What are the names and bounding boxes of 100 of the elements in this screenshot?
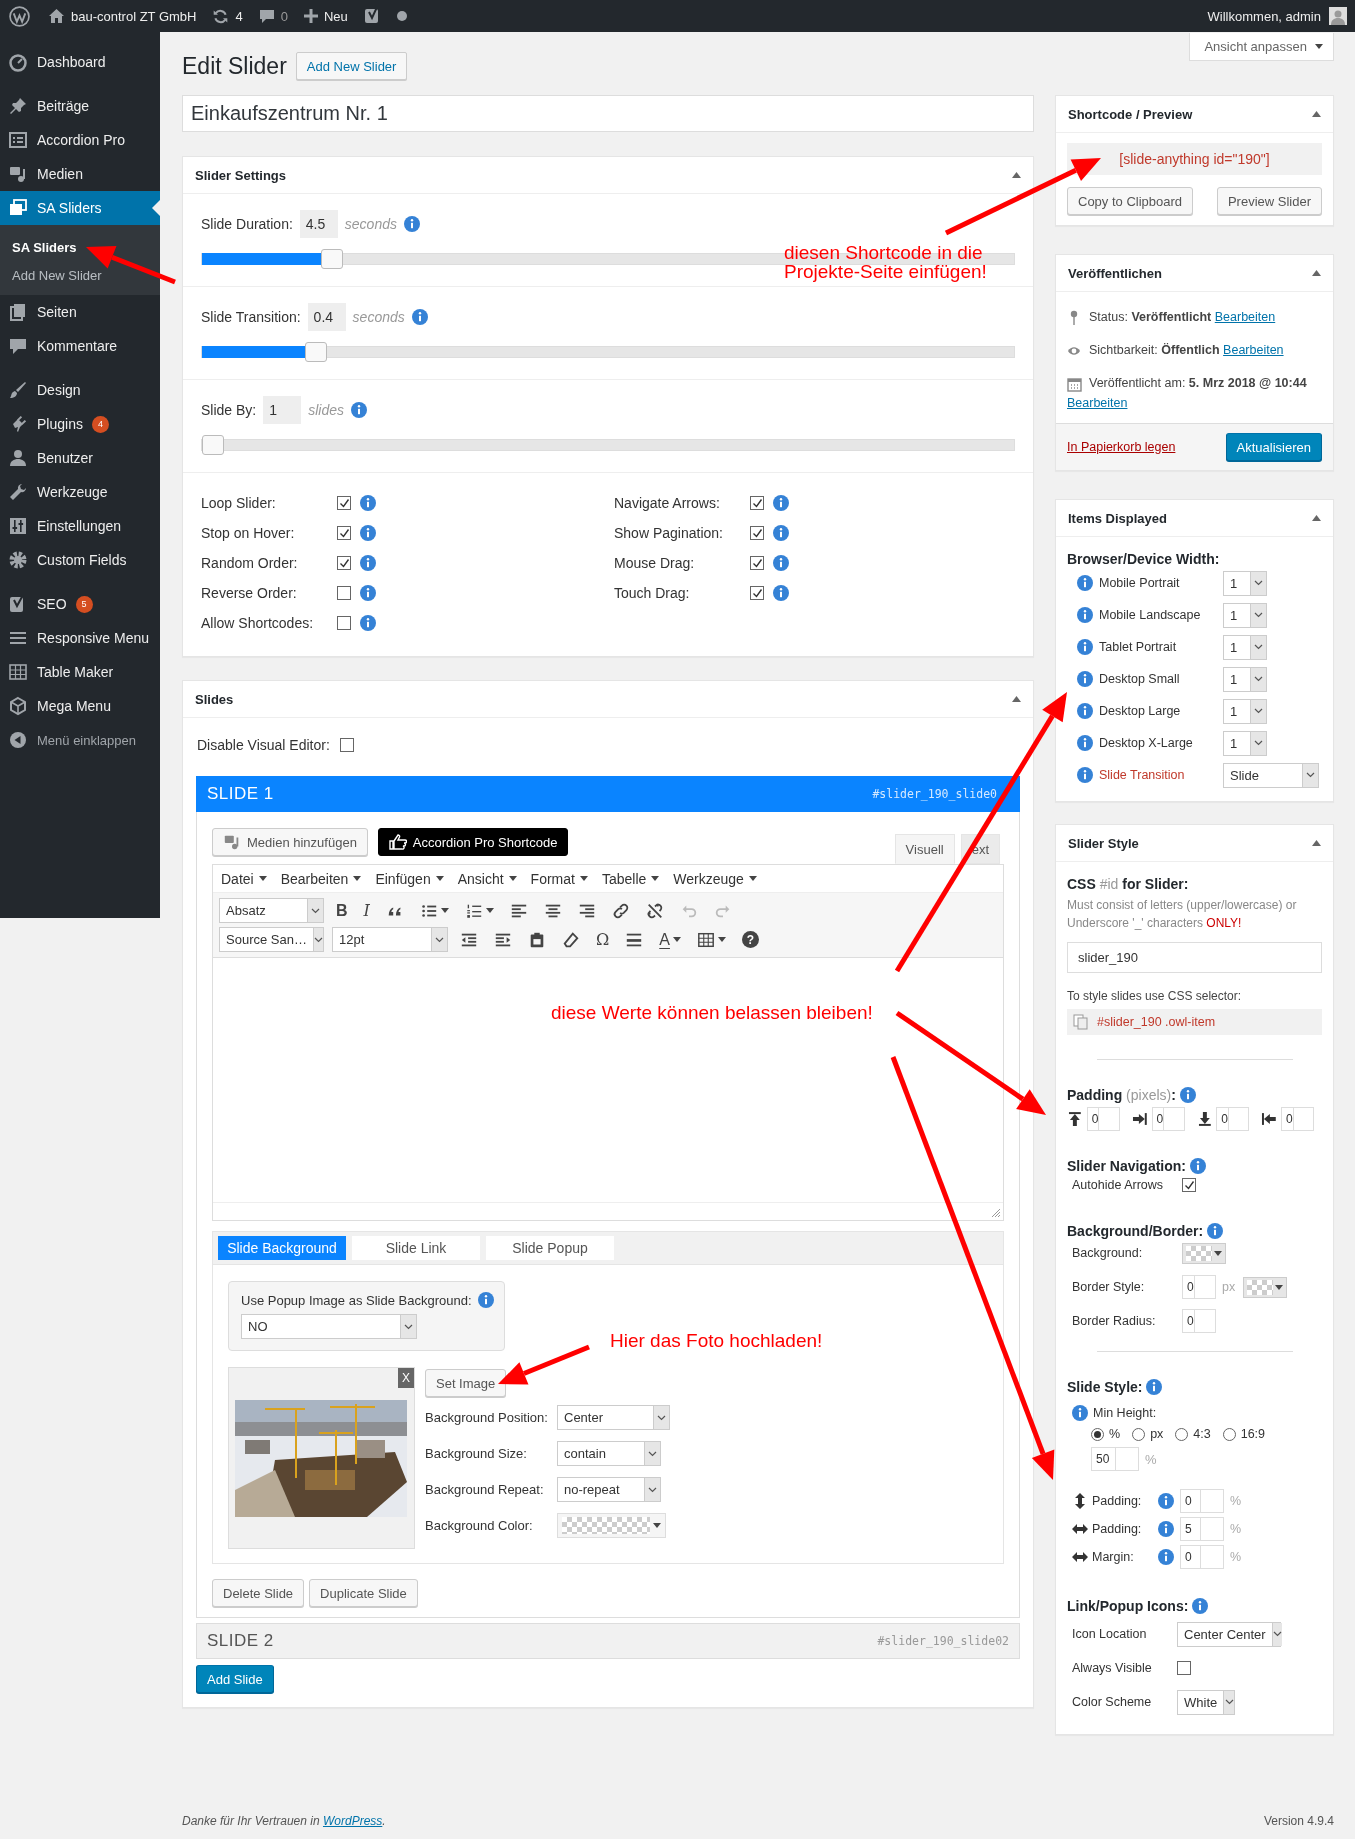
number-field[interactable]: 0	[1281, 1107, 1314, 1131]
slider-thumb[interactable]	[202, 435, 224, 455]
submenu-item[interactable]: SA Sliders	[0, 233, 160, 261]
dropdown[interactable]: Source San…	[219, 927, 324, 952]
info-icon[interactable]	[1077, 639, 1093, 655]
menu-item[interactable]: Design	[0, 373, 160, 407]
info-icon[interactable]	[1072, 1405, 1088, 1421]
set-image-button[interactable]: Set Image	[425, 1369, 507, 1397]
info-icon[interactable]	[477, 1292, 494, 1308]
slide-action-button[interactable]: Duplicate Slide	[309, 1579, 418, 1607]
info-icon[interactable]	[1158, 1549, 1174, 1565]
slider-thumb[interactable]	[320, 249, 343, 269]
caret-icon[interactable]	[435, 876, 444, 881]
number-field[interactable]: 0	[1182, 1275, 1216, 1299]
info-icon[interactable]	[404, 216, 420, 232]
dropdown[interactable]: Slide	[1223, 762, 1319, 788]
caret-icon[interactable]	[258, 876, 267, 881]
caret-icon[interactable]	[1254, 708, 1263, 714]
dropdown[interactable]: 1	[1223, 666, 1267, 692]
menu-item[interactable]: Mega Menu	[0, 689, 160, 723]
checkbox[interactable]	[337, 526, 351, 540]
dropdown[interactable]: 1	[1223, 730, 1267, 756]
number-field[interactable]: 0	[1151, 1107, 1185, 1131]
menu-item[interactable]: SA Sliders	[0, 191, 160, 225]
menu-item[interactable]: Werkzeuge	[673, 870, 757, 887]
plus-icon[interactable]	[303, 9, 318, 23]
info-icon[interactable]	[360, 555, 376, 571]
dropdown[interactable]: contain	[557, 1441, 661, 1466]
caret-icon[interactable]	[311, 907, 320, 914]
dropdown[interactable]: Absatz	[219, 898, 324, 923]
info-icon[interactable]	[1207, 1223, 1224, 1239]
info-icon[interactable]	[1146, 1379, 1163, 1395]
caret-icon[interactable]	[717, 937, 726, 942]
caret-icon[interactable]	[648, 1450, 657, 1457]
toolbar-button[interactable]: A	[655, 927, 685, 952]
checkbox[interactable]	[337, 556, 351, 570]
toolbar-button[interactable]: I	[359, 898, 374, 923]
info-icon[interactable]	[1192, 1598, 1209, 1614]
add-media-button[interactable]: Medien hinzufügen	[212, 828, 368, 856]
home-icon[interactable]	[48, 8, 65, 24]
collapse-toggle-icon[interactable]	[1012, 172, 1021, 178]
tab[interactable]: Slide Link	[352, 1236, 480, 1260]
caret-icon[interactable]	[1306, 772, 1315, 778]
edit-link[interactable]: Bearbeiten	[1223, 343, 1284, 357]
panel-button[interactable]: Copy to Clipboard	[1067, 187, 1194, 215]
info-icon[interactable]	[773, 495, 789, 511]
caret-icon[interactable]	[435, 936, 444, 943]
caret-icon[interactable]	[653, 1523, 661, 1528]
menu-item[interactable]: Format	[530, 870, 588, 887]
screen-options-button[interactable]: Ansicht anpassen	[1189, 33, 1334, 61]
menu-item[interactable]: Benutzer	[0, 441, 160, 475]
caret-icon[interactable]	[1254, 612, 1263, 618]
submenu-item[interactable]: Add New Slider	[0, 261, 160, 289]
menu-item[interactable]: Einstellungen	[0, 509, 160, 543]
info-icon[interactable]	[773, 555, 789, 571]
checkbox[interactable]	[750, 586, 764, 600]
caret-icon[interactable]	[1254, 644, 1263, 650]
menu-item[interactable]: Medien	[0, 157, 160, 191]
number-field[interactable]: 0	[1216, 1107, 1250, 1131]
menu-item[interactable]: Ansicht	[457, 870, 517, 887]
refresh-icon[interactable]	[212, 7, 230, 25]
tab[interactable]: Slide Background	[218, 1236, 346, 1260]
toolbar-button[interactable]: Ω	[592, 927, 614, 952]
collapse-toggle-icon[interactable]	[1312, 111, 1321, 117]
dropdown[interactable]: 1	[1223, 602, 1267, 628]
info-icon[interactable]	[1077, 671, 1093, 687]
value-field[interactable]: 4.5	[299, 210, 338, 238]
tab[interactable]: Slide Popup	[486, 1236, 614, 1260]
comment-count[interactable]: 0	[280, 8, 288, 24]
slide-header[interactable]: SLIDE 1 #slider_190_slide0	[196, 776, 1020, 812]
menu-item[interactable]: Beiträge	[0, 89, 160, 123]
value-field[interactable]: 1	[263, 396, 302, 424]
menu-item[interactable]: Einfügen	[375, 870, 444, 887]
info-icon[interactable]	[1077, 767, 1093, 783]
info-icon[interactable]	[1077, 703, 1093, 719]
caret-icon[interactable]	[313, 936, 323, 943]
menu-item[interactable]: Seiten	[0, 295, 160, 329]
info-icon[interactable]	[411, 309, 428, 325]
info-icon[interactable]	[360, 615, 376, 631]
dropdown[interactable]: NO	[241, 1314, 417, 1339]
caret-icon[interactable]	[672, 937, 681, 942]
info-icon[interactable]	[1077, 607, 1093, 623]
checkbox[interactable]	[750, 526, 764, 540]
color-picker[interactable]	[1182, 1242, 1226, 1264]
menu-item[interactable]: Responsive Menu	[0, 621, 160, 655]
info-icon[interactable]	[1077, 575, 1093, 591]
number-field[interactable]: 50	[1091, 1447, 1139, 1471]
menu-item[interactable]: Werkzeuge	[0, 475, 160, 509]
update-count[interactable]: 4	[235, 8, 243, 24]
selector-field[interactable]: #slider_190 .owl-item	[1067, 1009, 1322, 1035]
caret-icon[interactable]	[651, 876, 660, 881]
menu-item[interactable]: Tabelle	[601, 870, 660, 887]
radio-button[interactable]	[1132, 1427, 1146, 1441]
menu-item[interactable]: Accordion Pro	[0, 123, 160, 157]
dropdown[interactable]: White	[1177, 1689, 1235, 1715]
info-icon[interactable]	[1158, 1521, 1174, 1537]
caret-icon[interactable]	[1254, 740, 1263, 746]
checkbox[interactable]	[339, 738, 354, 752]
caret-icon[interactable]	[1275, 1284, 1284, 1290]
info-icon[interactable]	[1158, 1493, 1174, 1509]
